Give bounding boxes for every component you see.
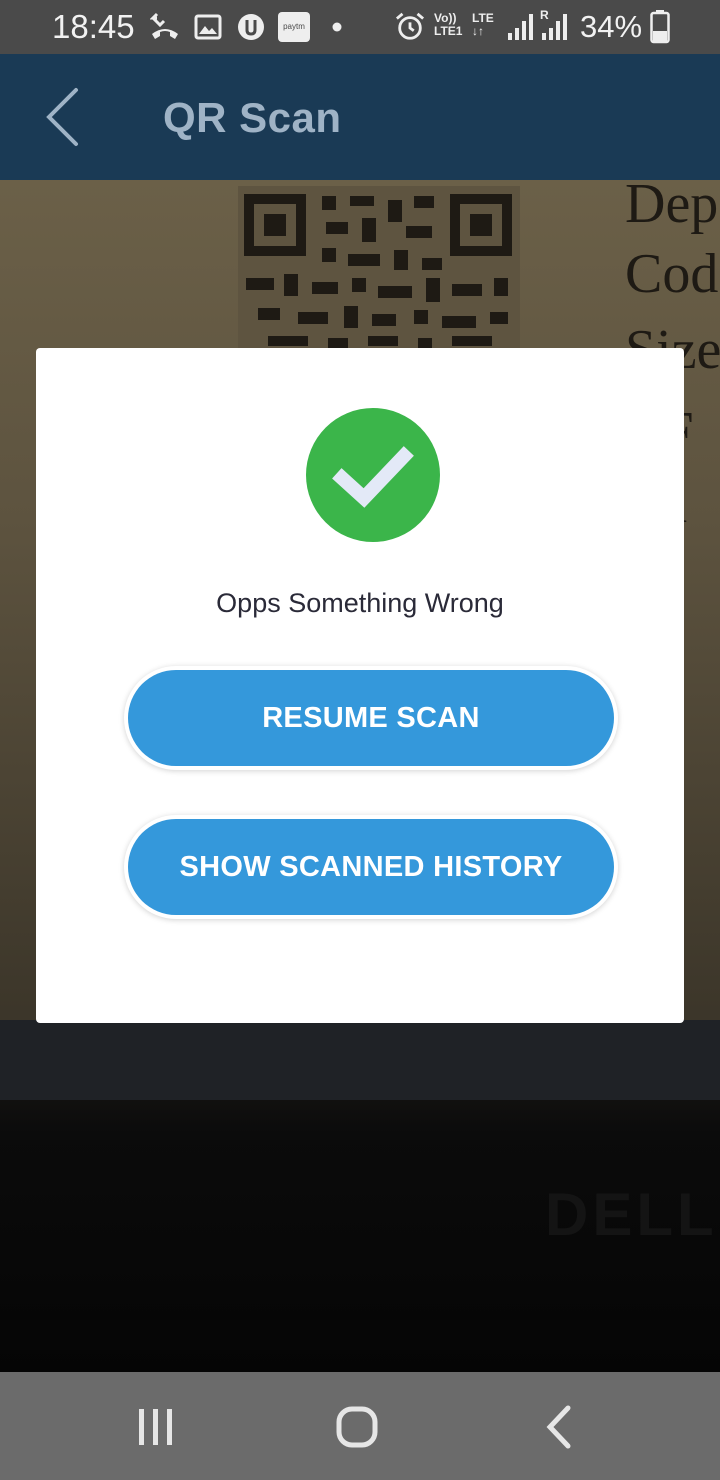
dell-logo: DELL xyxy=(545,1181,718,1248)
system-nav-bar xyxy=(0,1372,720,1480)
missed-call-icon xyxy=(150,12,178,39)
app-icon xyxy=(238,14,264,40)
checkmark-icon xyxy=(332,446,414,508)
data-arrows: ↓↑ xyxy=(472,24,484,38)
resume-scan-button[interactable]: RESUME SCAN xyxy=(128,670,614,766)
status-time: 18:45 xyxy=(52,8,135,45)
lte-icon: LTE ↓↑ xyxy=(472,12,502,42)
home-icon[interactable] xyxy=(327,1402,387,1452)
paytm-icon: paytm xyxy=(278,12,310,42)
signal-roaming-icon: R xyxy=(538,8,570,42)
status-bar: 18:45 paytm Vo)) LTE1 LTE ↓↑ R 34% xyxy=(0,0,720,54)
signal-icon xyxy=(508,14,533,40)
battery-icon xyxy=(650,10,670,44)
scan-result-dialog: Opps Something Wrong RESUME SCAN SHOW SC… xyxy=(36,348,684,1023)
check-circle-icon xyxy=(306,408,440,542)
dot-icon xyxy=(332,22,342,32)
lte1-label: LTE1 xyxy=(434,24,463,38)
page-title: QR Scan xyxy=(163,94,342,141)
nav-back-icon[interactable] xyxy=(530,1402,590,1452)
app-bar: QR Scan xyxy=(0,54,720,180)
alarm-icon xyxy=(395,12,425,40)
recents-icon[interactable] xyxy=(126,1402,186,1452)
gallery-icon xyxy=(194,14,222,40)
qr-code-image xyxy=(238,186,520,356)
back-arrow-icon[interactable] xyxy=(40,84,90,150)
dialog-message: Opps Something Wrong xyxy=(216,588,504,618)
bg-text-1: Cod xyxy=(625,243,719,305)
battery-percent: 34% xyxy=(580,9,643,44)
show-scanned-history-button[interactable]: SHOW SCANNED HISTORY xyxy=(128,819,614,915)
laptop-taskbar xyxy=(0,1020,720,1100)
volte-icon: Vo)) LTE1 xyxy=(434,12,470,42)
bg-text-0: Dep xyxy=(625,180,719,235)
